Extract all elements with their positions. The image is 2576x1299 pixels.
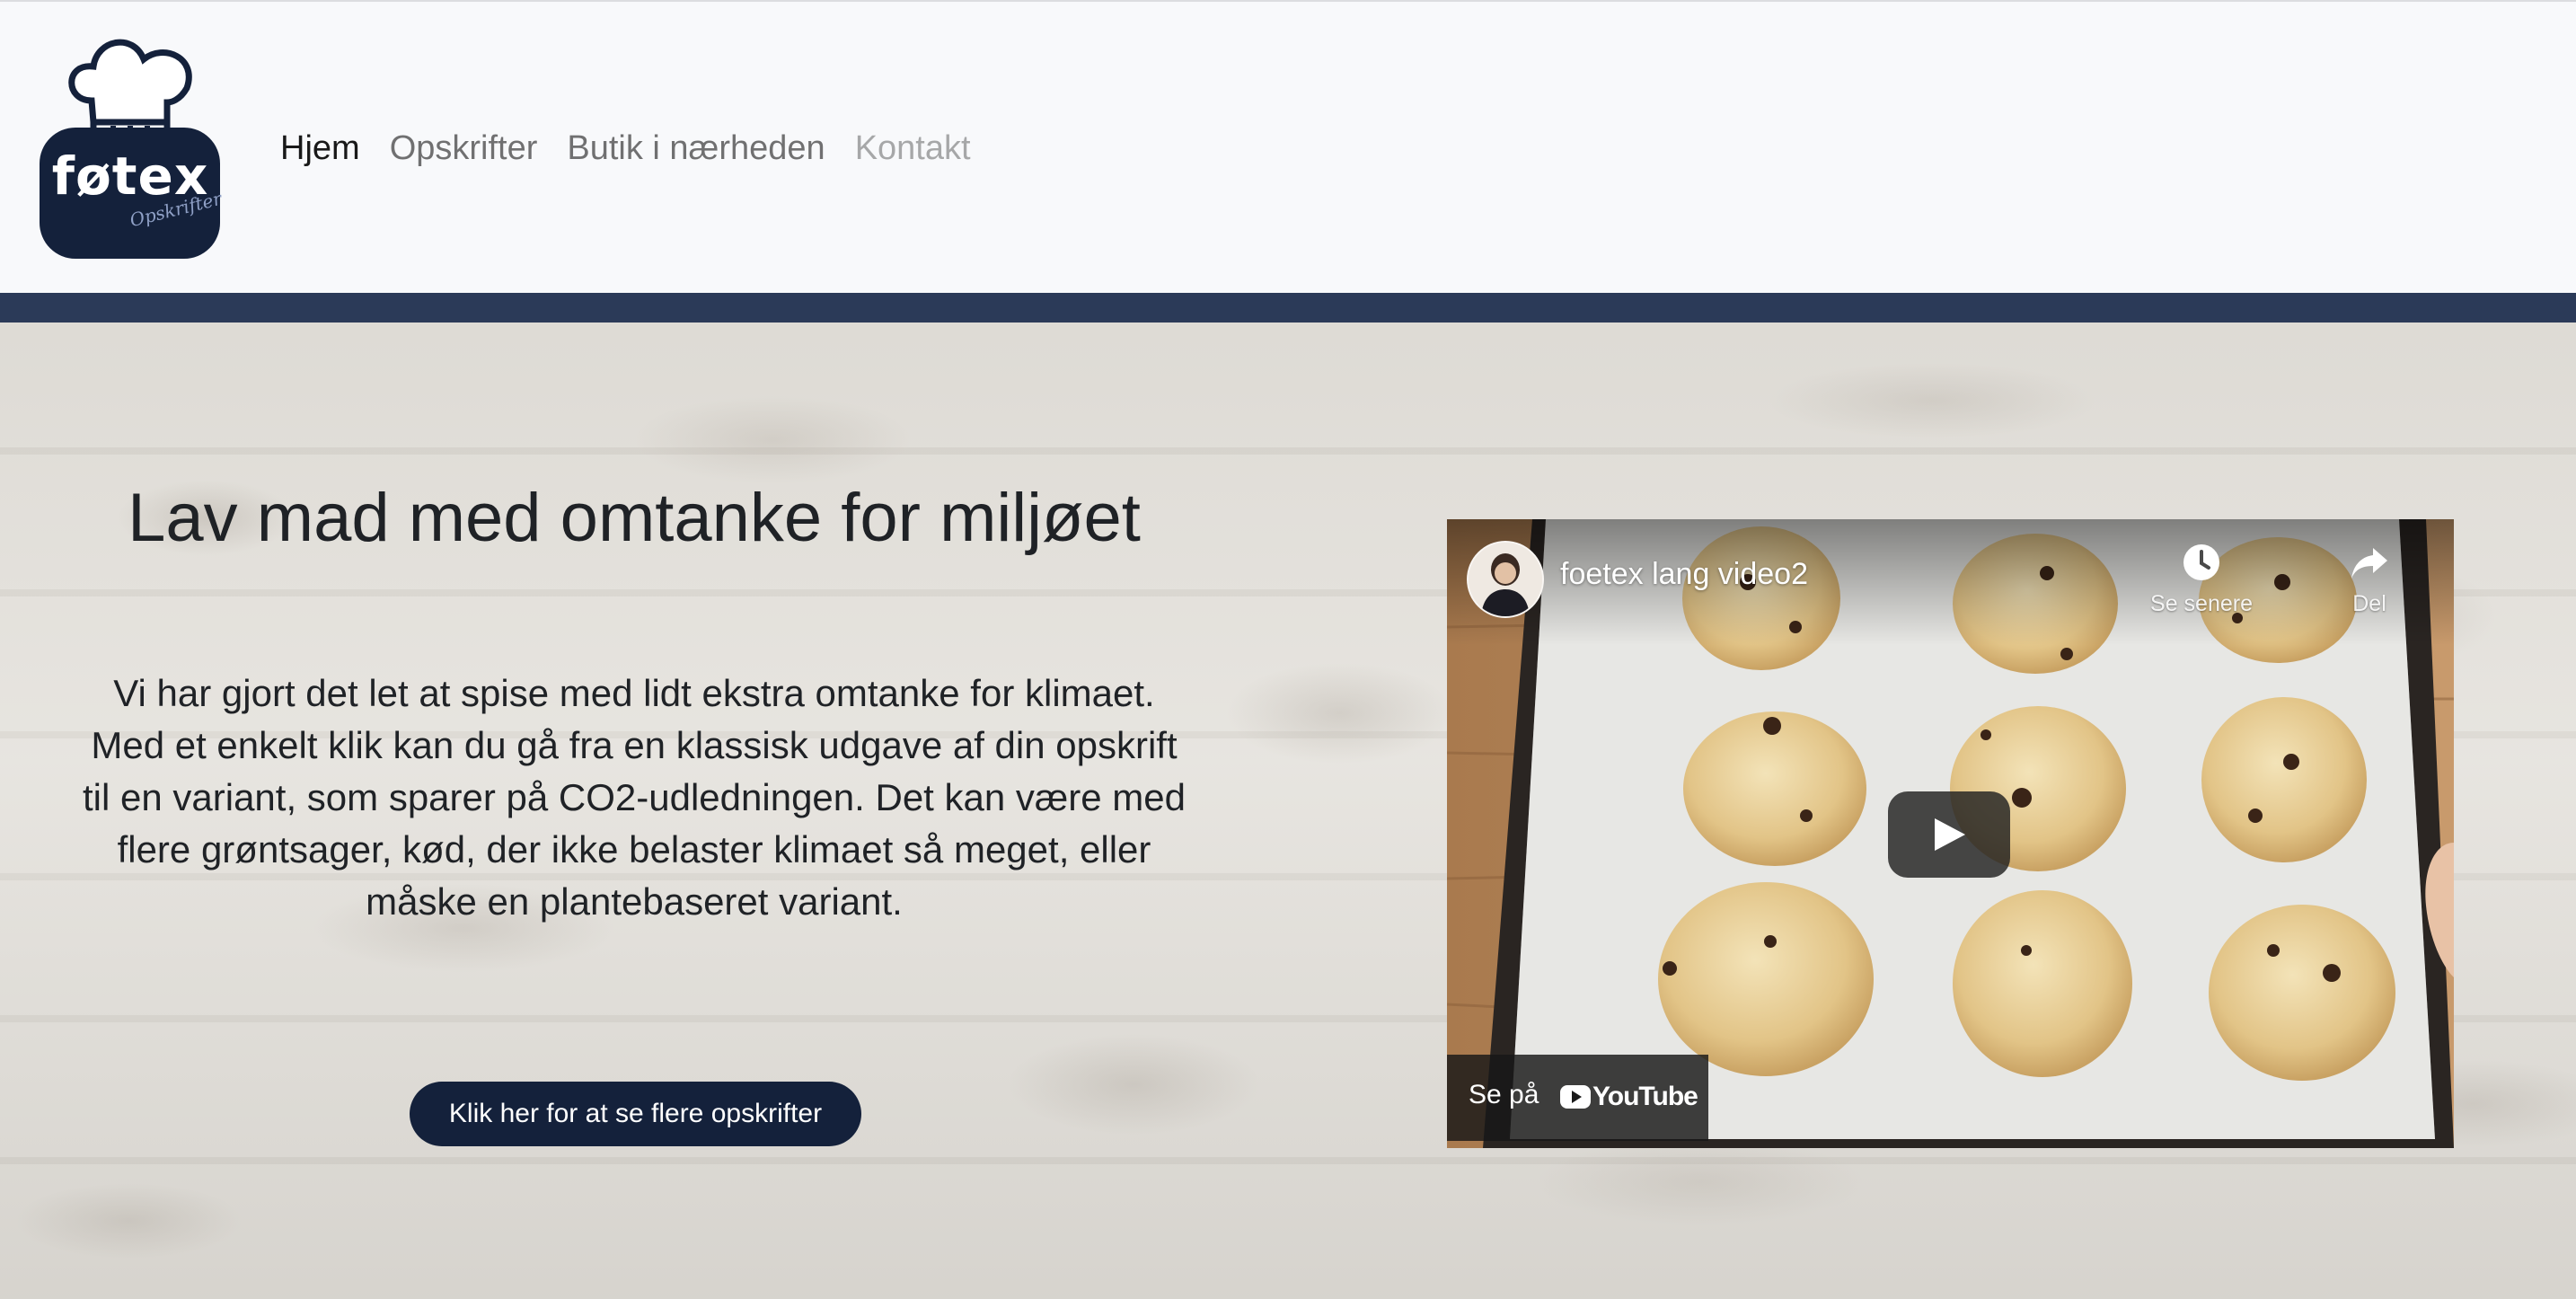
nav-link-butik[interactable]: Butik i nærheden: [567, 126, 825, 171]
main-nav: Hjem Opskrifter Butik i nærheden Kontakt: [280, 126, 1001, 171]
play-button[interactable]: [1888, 791, 2010, 878]
nav-link-kontakt[interactable]: Kontakt: [855, 126, 971, 171]
hero-title: Lav mad med omtanke for miljøet: [128, 480, 1141, 556]
video-title[interactable]: foetex lang video2: [1560, 557, 1808, 592]
channel-avatar[interactable]: [1467, 541, 1544, 618]
watch-later-button[interactable]: Se senere: [2143, 543, 2260, 617]
avatar-icon: [1469, 543, 1542, 616]
site-logo[interactable]: føtex Opskrifter: [38, 36, 224, 261]
share-icon: [2351, 548, 2387, 579]
youtube-wordmark: YouTube: [1592, 1082, 1698, 1111]
share-button[interactable]: Del: [2311, 543, 2428, 617]
watch-later-label: Se senere: [2150, 591, 2253, 616]
nav-link-opskrifter[interactable]: Opskrifter: [390, 126, 538, 171]
watch-on-label: Se på: [1469, 1080, 1539, 1109]
nav-link-hjem[interactable]: Hjem: [280, 126, 360, 171]
share-label: Del: [2352, 591, 2386, 616]
hero-description: Vi har gjort det let at spise med lidt e…: [83, 672, 1186, 923]
hero-section: Lav mad med omtanke for miljøet Vi har g…: [0, 323, 2576, 1299]
more-recipes-button[interactable]: Klik her for at se flere opskrifter: [410, 1082, 861, 1146]
watch-on-youtube-button[interactable]: Se på YouTube: [1447, 1055, 1708, 1141]
clock-icon: [2183, 544, 2219, 580]
youtube-icon: [1560, 1085, 1591, 1109]
site-header: føtex Opskrifter Hjem Opskrifter Butik i…: [0, 0, 2576, 293]
header-accent-band: [0, 293, 2576, 323]
play-icon: [1935, 818, 1965, 851]
youtube-video-embed[interactable]: foetex lang video2 Se senere Del Se på Y…: [1447, 519, 2454, 1148]
